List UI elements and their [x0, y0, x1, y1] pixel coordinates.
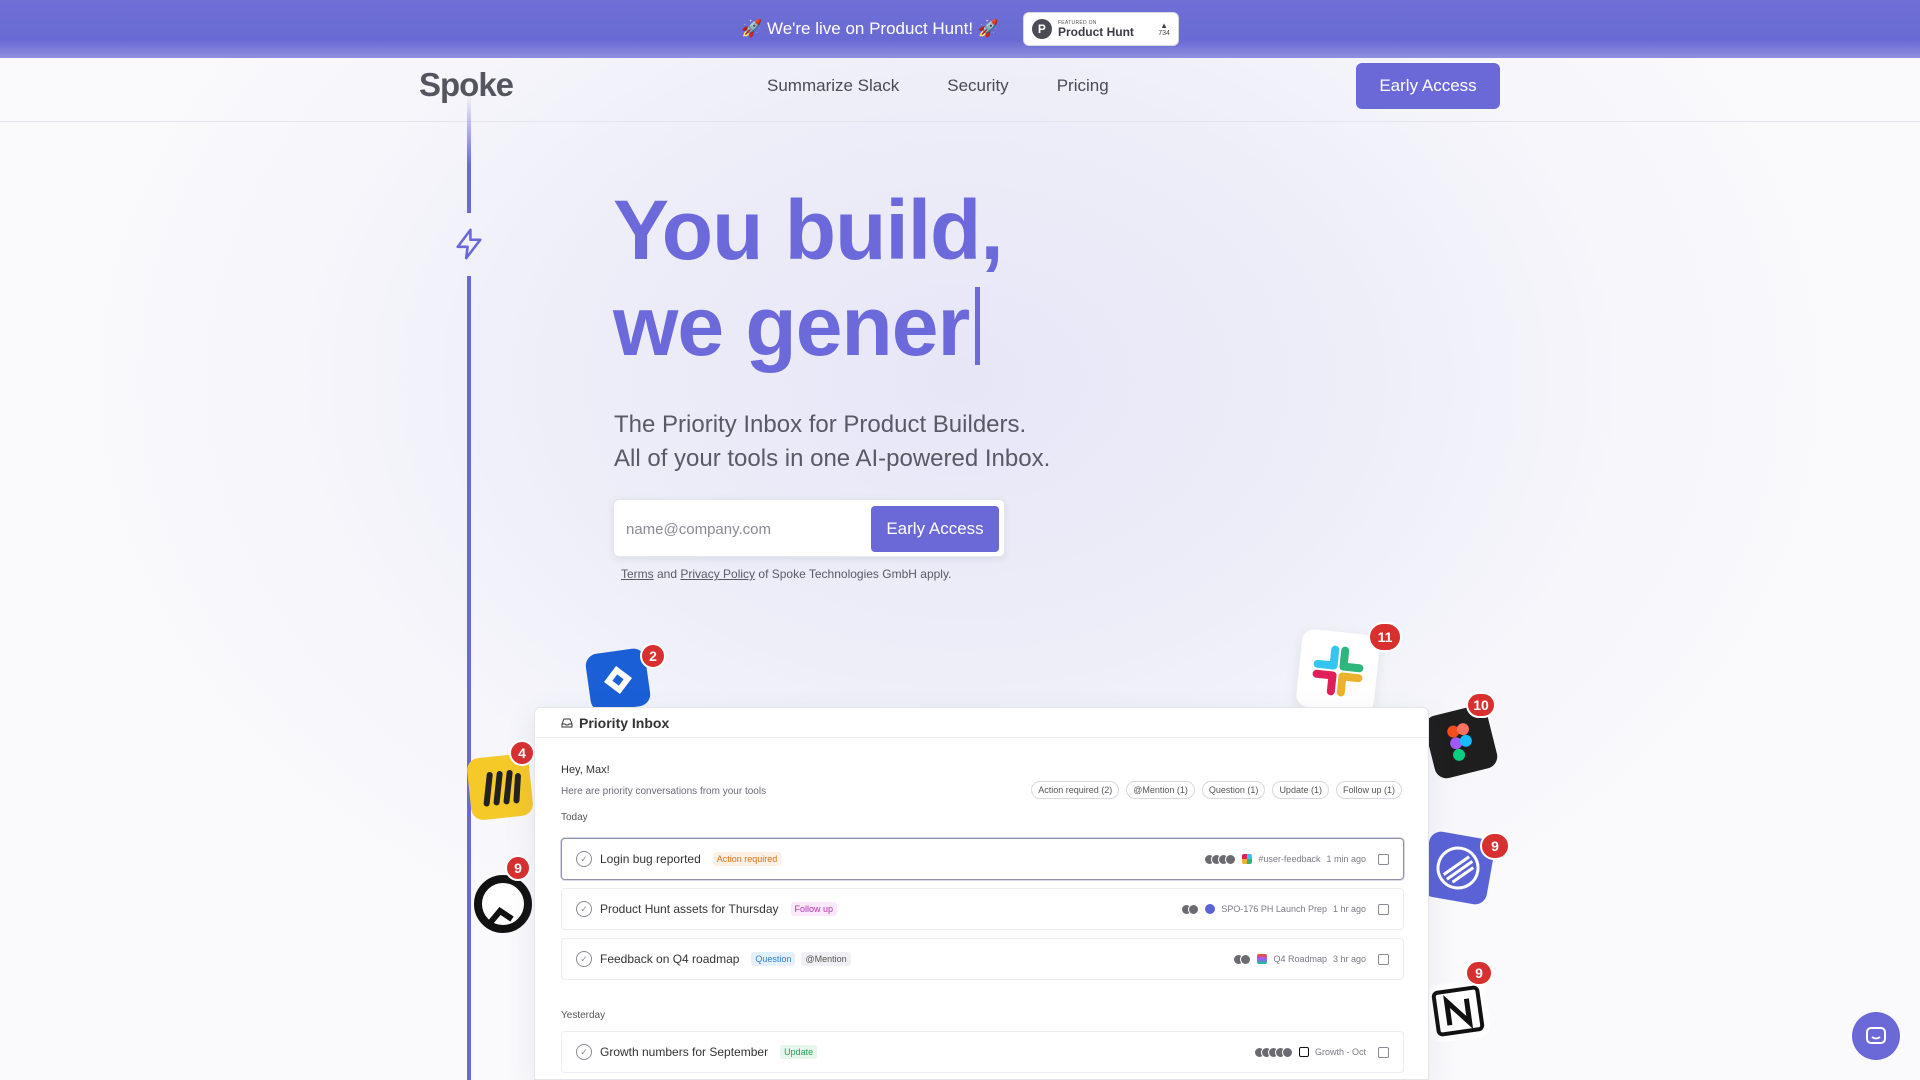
row-meta: Q4 Roadmap 3 hr ago — [1233, 953, 1389, 965]
row-meta: SPO-176 PH Launch Prep 1 hr ago — [1181, 903, 1389, 915]
row-time: 1 hr ago — [1332, 904, 1366, 914]
terms-link[interactable]: Terms — [621, 567, 654, 581]
nav-links: Summarize Slack Security Pricing — [767, 76, 1109, 96]
row-source: #user-feedback — [1258, 854, 1321, 864]
inbox-icon — [561, 718, 573, 727]
filter-question[interactable]: Question (1) — [1201, 781, 1266, 799]
check-icon[interactable]: ✓ — [576, 901, 592, 917]
row-source: SPO-176 PH Launch Prep — [1221, 904, 1327, 914]
early-access-nav-button[interactable]: Early Access — [1356, 63, 1500, 109]
row-time: 3 hr ago — [1332, 954, 1366, 964]
timeline-line-bottom — [467, 276, 471, 1080]
priority-inbox-panel: Priority Inbox Hey, Max! Here are priori… — [534, 707, 1429, 1080]
open-external-icon[interactable] — [1378, 1046, 1389, 1058]
upvote-icon: ▲ — [1160, 20, 1169, 30]
tag-action-required: Action required — [712, 852, 782, 866]
tag-question: Question — [751, 952, 796, 966]
inbox-row[interactable]: ✓ Growth numbers for September Update Gr… — [561, 1031, 1404, 1073]
tag-follow-up: Follow up — [790, 902, 838, 916]
legal-text: Terms and Privacy Policy of Spoke Techno… — [621, 567, 951, 581]
github-icon — [472, 873, 534, 935]
lightning-icon — [456, 228, 482, 260]
notion-badge: 9 — [1465, 960, 1493, 986]
inbox-row[interactable]: ✓ Login bug reported Action required #us… — [561, 838, 1404, 880]
row-meta: #user-feedback 1 min ago — [1204, 853, 1389, 865]
row-time: 1 min ago — [1326, 854, 1366, 864]
github-badge: 9 — [505, 855, 531, 881]
timeline-line-top — [467, 95, 471, 213]
notion-icon — [1424, 978, 1492, 1044]
notion-mini-icon — [1298, 1047, 1309, 1057]
row-meta: Growth - Oct — [1253, 1046, 1389, 1058]
panel-header: Priority Inbox — [535, 708, 1428, 738]
hero-line-2: we gener — [613, 279, 970, 373]
open-external-icon[interactable] — [1378, 953, 1389, 965]
open-external-icon[interactable] — [1378, 903, 1389, 915]
privacy-policy-link[interactable]: Privacy Policy — [680, 567, 755, 581]
hero-title: You build, we gener — [613, 182, 1004, 374]
hero-line-1: You build, — [613, 183, 1004, 277]
section-yesterday: Yesterday — [561, 1010, 606, 1021]
linear-badge: 9 — [1480, 832, 1510, 860]
open-external-icon[interactable] — [1378, 853, 1389, 865]
tag-mention: @Mention — [801, 952, 851, 966]
announcement-text: 🚀 We're live on Product Hunt! 🚀 — [741, 19, 999, 38]
filter-chips: Action required (2) @Mention (1) Questio… — [1031, 781, 1402, 799]
product-hunt-logo-icon: P — [1031, 19, 1052, 39]
filter-update[interactable]: Update (1) — [1272, 781, 1329, 799]
avatar-group — [1204, 853, 1237, 865]
linear-mini-icon — [1205, 904, 1216, 914]
typing-caret — [975, 287, 981, 365]
inbox-row[interactable]: ✓ Product Hunt assets for Thursday Follo… — [561, 888, 1404, 930]
panel-title: Priority Inbox — [579, 714, 670, 731]
sub-greeting: Here are priority conversations from you… — [561, 786, 767, 797]
nav-link-security[interactable]: Security — [947, 76, 1008, 96]
ph-vote-count: 734 — [1158, 29, 1170, 37]
row-title: Growth numbers for September — [600, 1045, 769, 1059]
slack-badge: 11 — [1368, 622, 1402, 652]
jira-badge: 2 — [640, 643, 666, 669]
early-access-button[interactable]: Early Access — [871, 506, 999, 552]
avatar-group — [1233, 953, 1252, 965]
miro-badge: 4 — [509, 740, 535, 766]
check-icon[interactable]: ✓ — [576, 1044, 592, 1060]
tag-update: Update — [780, 1045, 818, 1059]
hero-subtitle: The Priority Inbox for Product Builders.… — [614, 408, 1050, 476]
row-title: Login bug reported — [600, 852, 701, 866]
chat-support-button[interactable] — [1852, 1012, 1900, 1060]
signup-form: Early Access — [613, 499, 1005, 557]
figma-badge: 10 — [1466, 692, 1496, 718]
slack-mini-icon — [1242, 854, 1253, 864]
row-source: Growth - Oct — [1314, 1047, 1366, 1057]
legal-and: and — [653, 567, 681, 581]
hero-subtitle-line-2: All of your tools in one AI-powered Inbo… — [614, 445, 1051, 472]
row-title: Product Hunt assets for Thursday — [600, 902, 779, 916]
filter-mention[interactable]: @Mention (1) — [1126, 781, 1195, 799]
announcement-bar: 🚀 We're live on Product Hunt! 🚀 P FEATUR… — [0, 0, 1920, 58]
avatar-group — [1253, 1046, 1293, 1058]
top-nav: Spoke Summarize Slack Security Pricing E… — [0, 58, 1920, 122]
avatar-group — [1181, 903, 1200, 915]
ph-name: Product Hunt — [1057, 24, 1134, 39]
section-today: Today — [561, 812, 588, 823]
check-icon[interactable]: ✓ — [576, 951, 592, 967]
greeting: Hey, Max! — [561, 764, 610, 776]
product-hunt-badge[interactable]: P FEATURED ON Product Hunt ▲ 734 — [1022, 12, 1179, 46]
hero-subtitle-line-1: The Priority Inbox for Product Builders. — [614, 411, 1027, 438]
filter-follow-up[interactable]: Follow up (1) — [1335, 781, 1402, 799]
nav-link-summarize-slack[interactable]: Summarize Slack — [767, 76, 899, 96]
legal-rest: of Spoke Technologies GmbH apply. — [755, 567, 952, 581]
chat-icon — [1866, 1027, 1886, 1044]
row-source: Q4 Roadmap — [1273, 954, 1327, 964]
nav-link-pricing[interactable]: Pricing — [1057, 76, 1109, 96]
row-title: Feedback on Q4 roadmap — [600, 952, 740, 966]
inbox-row[interactable]: ✓ Feedback on Q4 roadmap Question @Menti… — [561, 938, 1404, 980]
filter-action-required[interactable]: Action required (2) — [1031, 781, 1120, 799]
figma-mini-icon — [1257, 954, 1268, 964]
check-icon[interactable]: ✓ — [576, 851, 592, 867]
email-input[interactable] — [626, 514, 856, 544]
